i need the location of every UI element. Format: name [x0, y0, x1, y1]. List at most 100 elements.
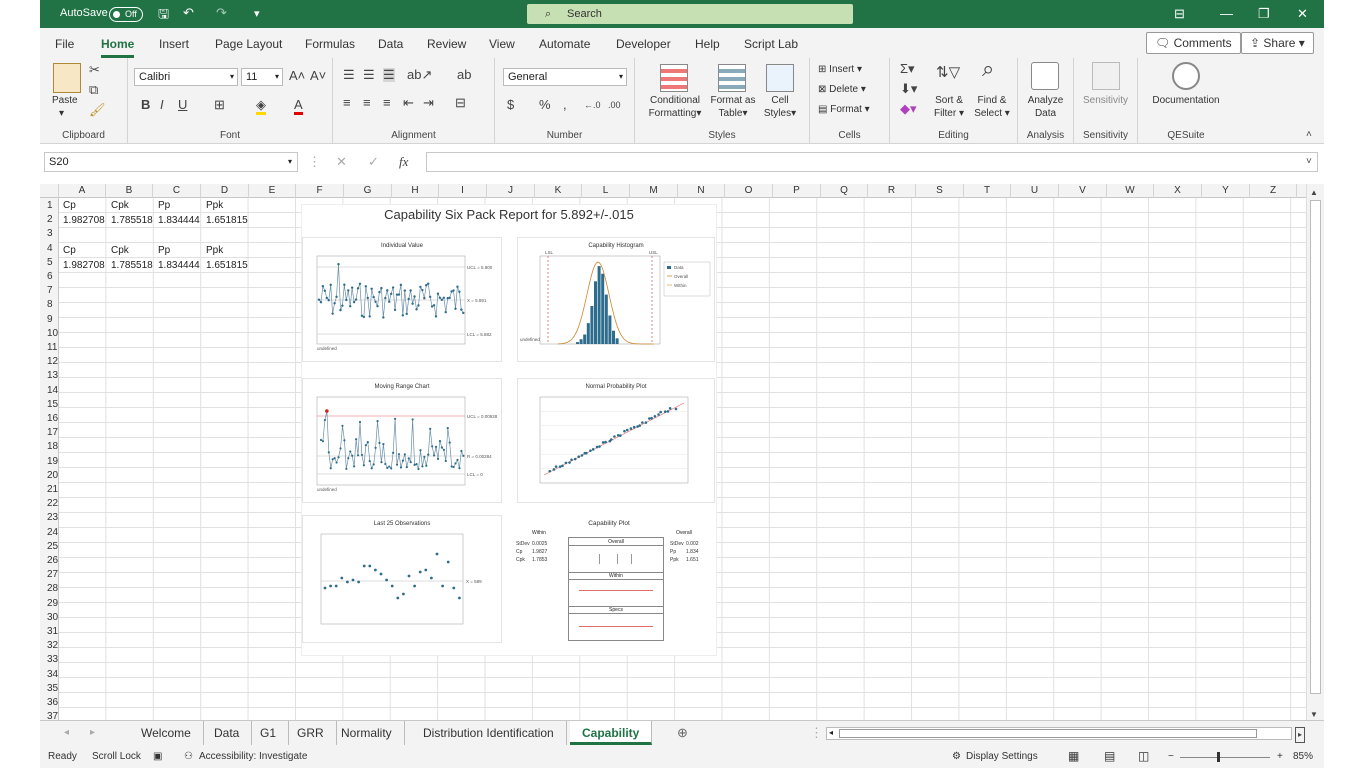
- delete-cells-button[interactable]: ⊠ Delete ▾: [818, 83, 866, 96]
- tab-insert[interactable]: Insert: [159, 37, 189, 51]
- sheet-tab-g1[interactable]: G1: [248, 721, 290, 745]
- cell-c1[interactable]: Pp: [158, 198, 170, 213]
- cell-d1[interactable]: Ppk: [206, 198, 223, 213]
- percent-icon[interactable]: %: [539, 98, 551, 112]
- row-header-14[interactable]: 14: [40, 383, 59, 398]
- currency-icon[interactable]: $: [507, 98, 514, 112]
- status-accessibility[interactable]: Accessibility: Investigate: [199, 751, 307, 762]
- wrap-text-icon[interactable]: ab: [457, 68, 471, 82]
- column-header-h[interactable]: H: [392, 184, 439, 198]
- column-header-u[interactable]: U: [1011, 184, 1059, 198]
- cell-b1[interactable]: Cpk: [111, 198, 129, 213]
- tab-page-layout[interactable]: Page Layout: [215, 37, 282, 51]
- sheet-tab-normality[interactable]: Normality: [329, 721, 405, 745]
- documentation-icon[interactable]: [1172, 62, 1200, 90]
- row-header-6[interactable]: 6: [40, 269, 59, 284]
- orientation-icon[interactable]: ab↗: [407, 68, 432, 82]
- column-header-s[interactable]: S: [916, 184, 964, 198]
- row-header-35[interactable]: 35: [40, 681, 59, 696]
- column-header-m[interactable]: M: [630, 184, 678, 198]
- format-table-icon[interactable]: [718, 64, 746, 92]
- column-header-t[interactable]: T: [964, 184, 1011, 198]
- column-header-d[interactable]: D: [201, 184, 249, 198]
- scroll-right-icon[interactable]: ▸: [1295, 727, 1306, 743]
- column-header-z[interactable]: Z: [1250, 184, 1297, 198]
- column-header-y[interactable]: Y: [1202, 184, 1250, 198]
- insert-function-icon[interactable]: fx: [399, 155, 408, 169]
- fill-color-icon[interactable]: ◈: [256, 98, 266, 115]
- align-center-icon[interactable]: ≡: [363, 96, 371, 110]
- paste-dropdown-icon[interactable]: ▾: [59, 107, 64, 120]
- align-top-icon[interactable]: ☰: [343, 68, 355, 82]
- row-header-1[interactable]: 1: [40, 198, 59, 213]
- cell-a1[interactable]: Cp: [63, 198, 76, 213]
- undo-icon[interactable]: ↶: [183, 5, 194, 21]
- row-header-29[interactable]: 29: [40, 596, 59, 611]
- fill-icon[interactable]: ⬇▾: [900, 82, 917, 96]
- cell-b5[interactable]: 1.785518: [111, 258, 153, 273]
- tab-developer[interactable]: Developer: [616, 37, 671, 51]
- column-header-e[interactable]: E: [249, 184, 296, 198]
- row-header-7[interactable]: 7: [40, 283, 59, 298]
- macro-record-icon[interactable]: ▣: [153, 751, 162, 762]
- column-header-i[interactable]: I: [439, 184, 487, 198]
- restore-icon[interactable]: ❐: [1258, 6, 1270, 22]
- ribbon-display-icon[interactable]: ⊟: [1174, 6, 1185, 22]
- font-color-icon[interactable]: A: [294, 98, 303, 115]
- row-header-17[interactable]: 17: [40, 425, 59, 440]
- capability-sixpack-report[interactable]: Capability Six Pack Report for 5.892+/-.…: [302, 205, 716, 655]
- tab-home[interactable]: Home: [101, 37, 135, 58]
- sensitivity-icon[interactable]: [1092, 62, 1120, 90]
- column-header-r[interactable]: R: [868, 184, 916, 198]
- font-size-select[interactable]: 11 ▾: [241, 68, 283, 86]
- share-button[interactable]: ⇪ Share ▾: [1241, 32, 1314, 54]
- paste-icon[interactable]: [53, 63, 81, 93]
- format-cells-button[interactable]: ▤ Format ▾: [818, 103, 870, 116]
- row-header-30[interactable]: 30: [40, 610, 59, 625]
- scroll-up-icon[interactable]: ▲: [1310, 186, 1318, 200]
- next-sheet-icon[interactable]: ▸: [90, 726, 95, 740]
- cell-styles-icon[interactable]: [766, 64, 794, 92]
- cancel-icon[interactable]: ✕: [336, 155, 347, 169]
- format-as-table-button[interactable]: Format as Table▾: [709, 94, 757, 120]
- expand-formula-icon[interactable]: ˅: [1306, 155, 1312, 169]
- column-header-o[interactable]: O: [725, 184, 773, 198]
- tab-formulas[interactable]: Formulas: [305, 37, 355, 51]
- row-header-24[interactable]: 24: [40, 525, 59, 540]
- merge-center-icon[interactable]: ⊟: [455, 96, 466, 110]
- conditional-formatting-button[interactable]: Conditional Formatting▾: [645, 94, 705, 120]
- tab-split-icon[interactable]: ⋮: [810, 726, 823, 740]
- analyze-data-icon[interactable]: [1031, 62, 1059, 90]
- cell-a4[interactable]: Cp: [63, 243, 76, 258]
- find-icon[interactable]: ⌕: [982, 58, 994, 80]
- row-header-12[interactable]: 12: [40, 354, 59, 369]
- row-header-19[interactable]: 19: [40, 454, 59, 469]
- enter-icon[interactable]: ✓: [368, 155, 379, 169]
- sensitivity-button[interactable]: Sensitivity: [1074, 94, 1137, 107]
- row-header-27[interactable]: 27: [40, 567, 59, 582]
- italic-icon[interactable]: I: [160, 98, 164, 112]
- row-header-3[interactable]: 3: [40, 226, 59, 241]
- column-header-n[interactable]: N: [678, 184, 725, 198]
- zoom-out-icon[interactable]: −: [1168, 751, 1174, 762]
- tab-view[interactable]: View: [489, 37, 515, 51]
- cell-d2[interactable]: 1.651815: [206, 213, 248, 228]
- sheet-tab-capability[interactable]: Capability: [570, 721, 653, 745]
- column-header-c[interactable]: C: [153, 184, 201, 198]
- autosave-toggle[interactable]: Off: [109, 7, 143, 22]
- row-header-25[interactable]: 25: [40, 539, 59, 554]
- comma-icon[interactable]: ,: [563, 98, 567, 112]
- tab-data[interactable]: Data: [378, 37, 403, 51]
- redo-icon[interactable]: ↷: [216, 5, 227, 21]
- cell-c2[interactable]: 1.834444: [158, 213, 200, 228]
- row-header-13[interactable]: 13: [40, 368, 59, 383]
- row-header-20[interactable]: 20: [40, 468, 59, 483]
- documentation-button[interactable]: Documentation: [1138, 94, 1234, 107]
- zoom-slider-thumb[interactable]: [1217, 752, 1220, 762]
- cell-styles-button[interactable]: Cell Styles▾: [757, 94, 803, 120]
- tab-automate[interactable]: Automate: [539, 37, 590, 51]
- insert-cells-button[interactable]: ⊞ Insert ▾: [818, 63, 862, 76]
- column-header-j[interactable]: J: [487, 184, 535, 198]
- cell-c5[interactable]: 1.834444: [158, 258, 200, 273]
- row-header-8[interactable]: 8: [40, 297, 59, 312]
